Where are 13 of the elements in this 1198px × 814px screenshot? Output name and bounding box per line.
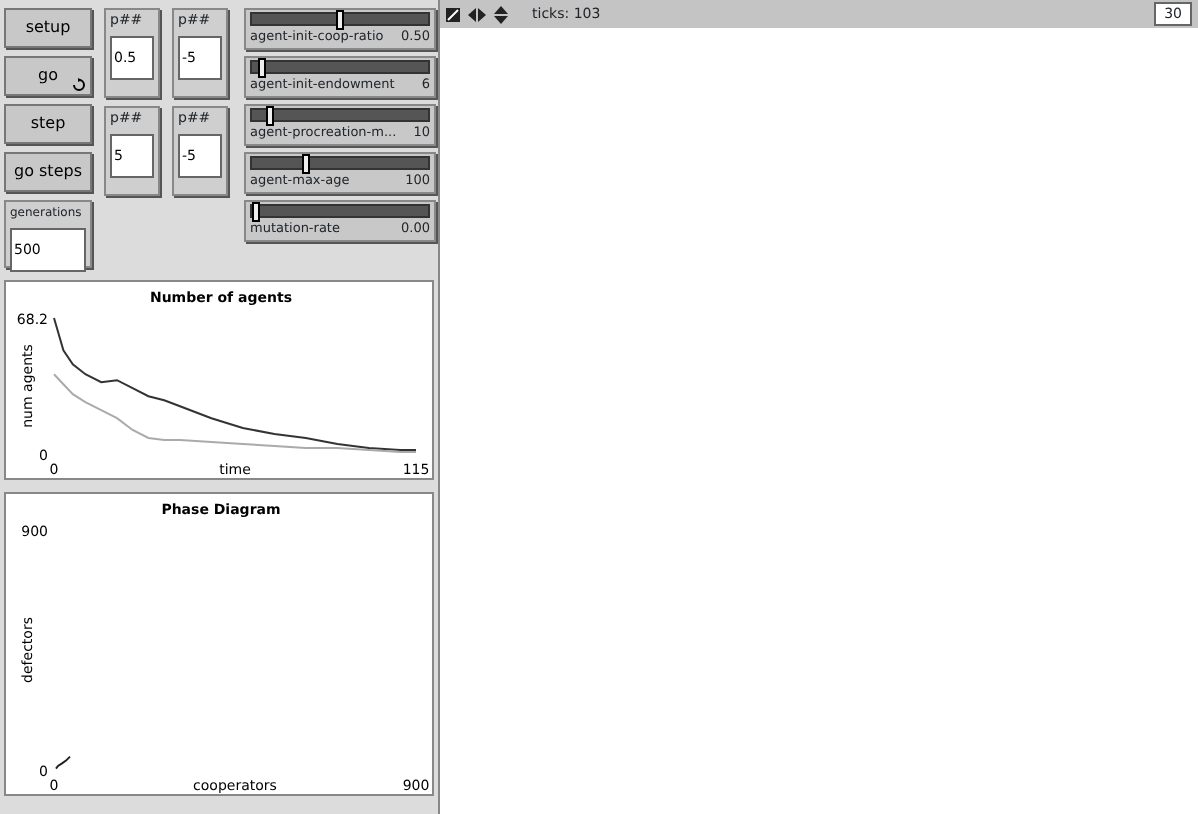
button[interactable]: setup: [4, 8, 92, 48]
button[interactable]: go steps: [4, 152, 92, 192]
slider-thumb[interactable]: [302, 154, 311, 174]
slider-thumb[interactable]: [336, 10, 344, 30]
horizontal-arrows-icon[interactable]: [468, 7, 486, 21]
slider-thumb[interactable]: [252, 202, 260, 222]
edit-icon[interactable]: [446, 7, 460, 21]
slider-thumb[interactable]: [265, 106, 274, 126]
vertical-arrows-icon[interactable]: [494, 5, 508, 23]
forever-button[interactable]: go: [4, 56, 92, 96]
slider-thumb[interactable]: [257, 58, 266, 78]
button[interactable]: step: [4, 104, 92, 144]
plot-line: [55, 755, 71, 770]
